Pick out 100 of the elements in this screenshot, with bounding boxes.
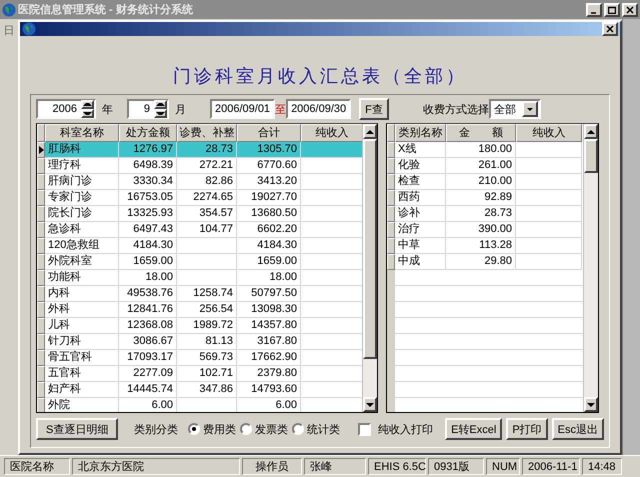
table-cell: 功能科 [45,270,119,286]
daily-detail-button[interactable]: S查逐日明细 [36,418,118,440]
table-cell: 1276.97 [119,142,177,158]
column-header[interactable]: 纯收入 [301,124,362,142]
table-cell: 390.00 [446,222,516,238]
table-cell: 14357.80 [237,318,301,334]
scroll-thumb[interactable] [584,139,598,173]
scroll-down-icon [366,402,374,406]
net-income-print-checkbox[interactable]: 纯收入打印 [358,422,434,436]
end-date-field[interactable]: 2006/09/30 [286,99,352,119]
table-row[interactable]: 中成 29.80 [387,254,583,270]
table-cell: 272.21 [177,158,237,174]
column-header[interactable]: 纯收入 [516,124,582,142]
table-row[interactable]: 120急救组 4184.30 4184.30 [37,238,362,254]
table-cell: 3413.20 [237,174,301,190]
table-cell: 理疗科 [45,158,119,174]
report-title: 门诊科室月收入汇总表（全部） [173,65,467,88]
table-row[interactable]: 骨五官科 17093.17 569.73 17662.90 [37,350,362,366]
table-row[interactable]: 检查 210.00 [387,174,583,190]
category-radio[interactable]: 费用类 [188,422,236,436]
print-button[interactable]: P打印 [506,418,548,440]
table-row[interactable]: 妇产科 14445.74 347.86 14793.60 [37,382,362,398]
table-row[interactable]: 外院科室 1659.00 1659.00 [37,254,362,270]
table-row[interactable]: 功能科 18.00 18.00 [37,270,362,286]
column-header[interactable]: 金 额 [446,124,516,142]
minimize-button[interactable] [586,2,602,16]
table-row[interactable]: 专家门诊 16753.05 2274.65 19027.70 [37,190,362,206]
table-cell: 针刀科 [45,334,119,350]
query-button[interactable]: F查 [359,98,389,120]
category-radio[interactable]: 统计类 [292,422,340,436]
table-row[interactable]: 理疗科 6498.39 272.21 6770.60 [37,158,362,174]
column-header[interactable]: 科室名称 [45,124,119,142]
table-cell: 14793.60 [237,382,301,398]
table-cell: 1659.00 [119,254,177,270]
column-header[interactable]: 合计 [237,124,301,142]
menu-glyph[interactable]: 日 [0,19,18,455]
table-row[interactable]: 五官科 2277.09 102.71 2379.80 [37,366,362,382]
category-label: 类别分类 [134,422,178,436]
table-cell: 3330.34 [119,174,177,190]
table-row[interactable]: 肛肠科 1276.97 28.73 1305.70 [37,142,362,158]
table-cell: 104.77 [177,222,237,238]
payment-method-dropdown[interactable]: 全部 [488,99,541,119]
window-title: 医院信息管理系统 - 财务统计分系统 [18,2,194,17]
table-cell: 中草 [395,238,446,254]
year-label: 年 [102,102,113,116]
month-field[interactable]: 9 [127,99,169,119]
close-button[interactable] [602,22,618,36]
time-text: 14:48 [582,458,622,475]
keyboard-status: NUM [486,458,520,475]
table-cell: 儿科 [45,318,119,334]
scroll-up-icon [366,130,374,134]
scroll-thumb[interactable] [363,139,377,359]
date-separator: 至 [275,102,286,116]
scroll-up-icon [587,130,595,134]
table-cell: 外科 [45,302,119,318]
column-header[interactable]: 类别名称 [395,124,446,142]
table-cell: 102.71 [177,366,237,382]
version-text: EHIS 6.5C [368,458,426,475]
category-radio[interactable]: 发票类 [240,422,288,436]
table-row[interactable]: 内科 49538.76 1258.74 50797.50 [37,286,362,302]
start-date-field[interactable]: 2006/09/01 [210,99,276,119]
table-cell: 2379.80 [237,366,301,382]
table-cell: 内科 [45,286,119,302]
table-row[interactable]: 急诊科 6497.43 104.77 6602.20 [37,222,362,238]
table-cell: 180.00 [446,142,516,158]
table-row[interactable]: 中草 113.28 [387,238,583,254]
table-cell: 14445.74 [119,382,177,398]
table-row[interactable]: 院长门诊 13325.93 354.57 13680.50 [37,206,362,222]
table-cell: 专家门诊 [45,190,119,206]
table-row[interactable]: X线 180.00 [387,142,583,158]
table-cell: 五官科 [45,366,119,382]
table-row[interactable]: 外科 12841.76 256.54 13098.30 [37,302,362,318]
column-header[interactable]: 诊费、补整 [177,124,237,142]
scrollbar[interactable] [362,124,377,412]
scrollbar[interactable] [583,124,598,412]
table-cell: 28.73 [446,206,516,222]
close-button[interactable] [622,2,638,16]
table-row[interactable]: 针刀科 3086.67 81.13 3167.80 [37,334,362,350]
column-header[interactable]: 处方金额 [119,124,177,142]
export-excel-button[interactable]: E转Excel [445,418,502,440]
table-cell: 6497.43 [119,222,177,238]
table-cell: 81.13 [177,334,237,350]
table-row[interactable]: 肝病门诊 3330.34 82.86 3413.20 [37,174,362,190]
table-cell: 49538.76 [119,286,177,302]
table-row[interactable]: 诊补 28.73 [387,206,583,222]
table-cell: 2277.09 [119,366,177,382]
exit-button[interactable]: Esc退出 [552,418,604,440]
spinner-icon [81,100,94,118]
table-row[interactable]: 外院 6.00 6.00 [37,398,362,412]
table-row[interactable]: 西药 92.89 [387,190,583,206]
table-row[interactable]: 化验 261.00 [387,158,583,174]
table-cell: 妇产科 [45,382,119,398]
year-field[interactable]: 2006 [36,99,96,119]
build-text: 0931版 [428,458,484,475]
maximize-button[interactable] [604,2,620,16]
table-row[interactable]: 儿科 12368.08 1989.72 14357.80 [37,318,362,334]
table-row[interactable]: 治疗 390.00 [387,222,583,238]
table-cell: 6498.39 [119,158,177,174]
table-cell: 院长门诊 [45,206,119,222]
table-cell: 2274.65 [177,190,237,206]
